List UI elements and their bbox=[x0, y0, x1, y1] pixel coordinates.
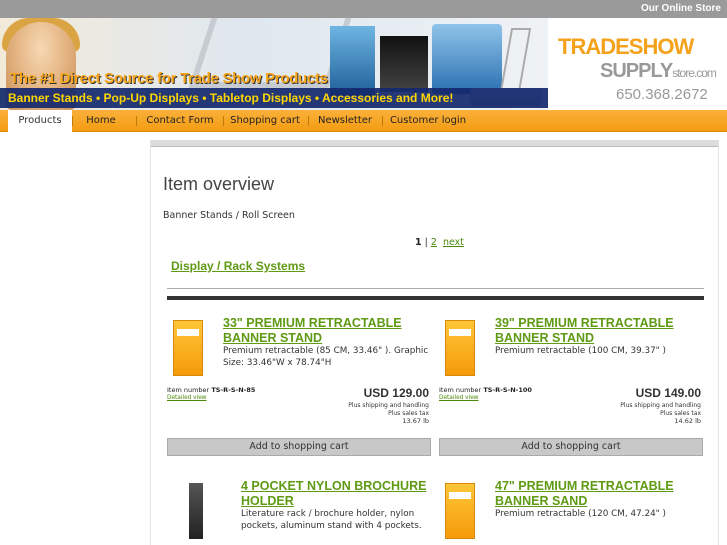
product-card: 39" PREMIUM RETRACTABLE BANNER STAND Pre… bbox=[439, 316, 703, 461]
shipping-note: Plus shipping and handling Plus sales ta… bbox=[620, 402, 701, 417]
category-link[interactable]: Display / Rack Systems bbox=[171, 259, 305, 273]
phone-number: 650.368.2672 bbox=[616, 86, 708, 103]
pager-current: 1 bbox=[415, 237, 422, 248]
nav-contact-form[interactable]: Contact Form bbox=[140, 110, 220, 132]
product-description: Literature rack / brochure holder, nylon… bbox=[241, 509, 422, 531]
store-label: Our Online Store bbox=[640, 3, 721, 14]
logo-text-secondary: SUPPLYstore.com bbox=[600, 60, 717, 82]
page-title: Item overview bbox=[163, 174, 275, 194]
product-description: Premium retractable (100 CM, 39.37" ) bbox=[495, 346, 666, 356]
item-number: Item number TS-R-S-N-100 bbox=[439, 386, 532, 394]
banner-categories: Banner Stands • Pop-Up Displays • Tablet… bbox=[8, 91, 454, 105]
nav-divider bbox=[382, 116, 383, 126]
detailed-view-link[interactable]: Detailed view bbox=[167, 395, 207, 401]
banner-headline: The #1 Direct Source for Trade Show Prod… bbox=[10, 70, 328, 87]
breadcrumb: Banner Stands / Roll Screen bbox=[163, 210, 295, 221]
product-title[interactable]: 47" PREMIUM RETRACTABLE BANNER SAND bbox=[495, 479, 674, 509]
add-to-cart-button[interactable]: Add to shopping cart bbox=[167, 438, 431, 456]
product-weight: 13.67 lb bbox=[402, 417, 429, 425]
banner-stand-image bbox=[330, 26, 375, 96]
header-banner: The #1 Direct Source for Trade Show Prod… bbox=[0, 18, 727, 110]
product-card: 33" PREMIUM RETRACTABLE BANNER STAND Pre… bbox=[167, 316, 431, 461]
pagination: 1 | 2 next bbox=[415, 237, 464, 248]
nav-divider bbox=[223, 116, 224, 126]
popup-display-image bbox=[432, 24, 502, 94]
shipping-note: Plus shipping and handling Plus sales ta… bbox=[348, 402, 429, 417]
nav-divider bbox=[308, 116, 309, 126]
product-thumbnail[interactable] bbox=[173, 320, 203, 376]
nav-divider bbox=[136, 116, 137, 126]
product-card: 47" PREMIUM RETRACTABLE BANNER SAND Prem… bbox=[439, 479, 703, 545]
section-divider bbox=[167, 288, 704, 289]
product-thumbnail[interactable] bbox=[445, 320, 475, 376]
product-price: USD 129.00 bbox=[363, 386, 429, 400]
pager-next[interactable]: next bbox=[443, 237, 464, 248]
product-list-rule bbox=[167, 296, 704, 300]
item-number: Item number TS-R-S-N-85 bbox=[167, 386, 256, 394]
product-card: 4 POCKET NYLON BROCHURE HOLDER Literatur… bbox=[167, 479, 431, 545]
logo-text-primary: TRADESHOW bbox=[558, 34, 694, 59]
product-thumbnail[interactable] bbox=[445, 483, 475, 539]
logo-suffix: store.com bbox=[672, 66, 717, 80]
nav-shopping-cart[interactable]: Shopping cart bbox=[226, 110, 304, 132]
banner-stand-dark-image bbox=[380, 36, 428, 92]
detailed-view-link[interactable]: Detailed view bbox=[439, 395, 479, 401]
product-weight: 14.62 lb bbox=[674, 417, 701, 425]
nav-products[interactable]: Products bbox=[8, 110, 72, 132]
main-content: Item overview Banner Stands / Roll Scree… bbox=[150, 140, 719, 545]
content-top-rule bbox=[151, 146, 718, 147]
pager-separator: | bbox=[424, 237, 428, 248]
nav-newsletter[interactable]: Newsletter bbox=[312, 110, 378, 132]
product-price: USD 149.00 bbox=[635, 386, 701, 400]
product-title[interactable]: 33" PREMIUM RETRACTABLE BANNER STAND bbox=[223, 316, 402, 346]
nav-customer-login[interactable]: Customer login bbox=[386, 110, 470, 132]
product-description: Premium retractable (120 CM, 47.24" ) bbox=[495, 509, 666, 519]
product-title[interactable]: 39" PREMIUM RETRACTABLE BANNER STAND bbox=[495, 316, 674, 346]
pager-page-2[interactable]: 2 bbox=[431, 237, 437, 248]
nav-home[interactable]: Home bbox=[73, 110, 129, 132]
banner-image: The #1 Direct Source for Trade Show Prod… bbox=[0, 18, 548, 110]
product-description: Premium retractable (85 CM, 33.46" ). Gr… bbox=[223, 346, 429, 368]
add-to-cart-button[interactable]: Add to shopping cart bbox=[439, 438, 703, 456]
product-title[interactable]: 4 POCKET NYLON BROCHURE HOLDER bbox=[241, 479, 426, 509]
brand-logo[interactable]: TRADESHOW SUPPLYstore.com 650.368.2672 bbox=[556, 24, 727, 110]
product-thumbnail[interactable] bbox=[179, 483, 209, 539]
top-strip: Our Online Store bbox=[0, 0, 727, 18]
main-nav: Products Home Contact Form Shopping cart… bbox=[0, 110, 727, 132]
